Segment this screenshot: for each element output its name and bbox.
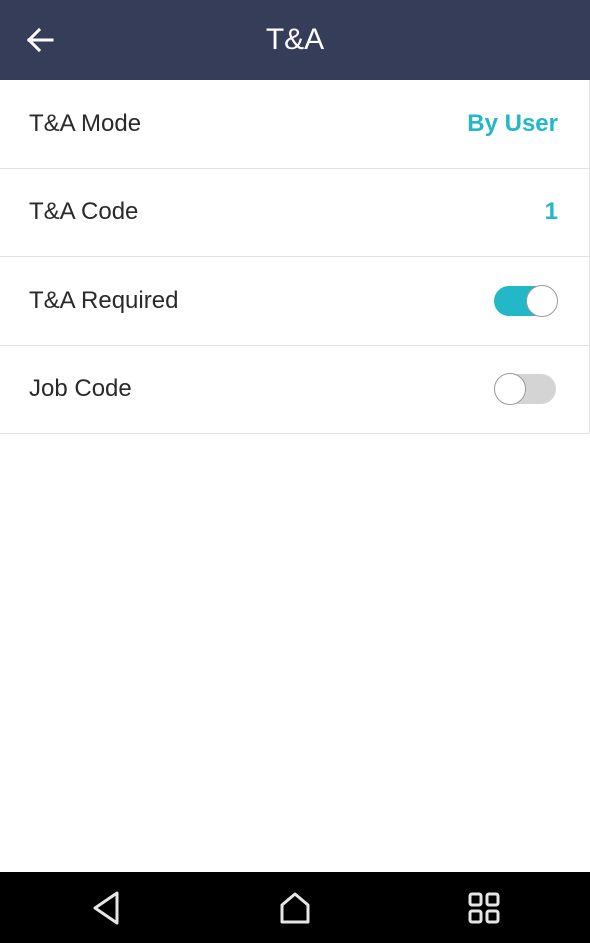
setting-label: T&A Required: [29, 286, 179, 314]
toggle-knob: [494, 373, 526, 406]
nav-back-button[interactable]: [86, 890, 126, 926]
setting-label: T&A Mode: [29, 109, 142, 137]
ta-code-value: 1: [544, 198, 558, 226]
recent-apps-icon: [468, 892, 500, 924]
nav-home-button[interactable]: [275, 890, 315, 926]
page-title: T&A: [265, 23, 325, 56]
setting-row-ta-code[interactable]: T&A Code 1: [0, 169, 589, 257]
setting-row-ta-mode[interactable]: T&A Mode By User: [0, 80, 589, 169]
setting-label: Job Code: [29, 375, 132, 403]
settings-list: T&A Mode By User T&A Code 1 T&A Required…: [0, 80, 590, 434]
ta-mode-value: By User: [467, 109, 558, 137]
toggle-knob: [526, 284, 558, 317]
setting-row-job-code: Job Code: [0, 346, 589, 434]
nav-recents-button[interactable]: [464, 890, 504, 926]
ta-required-toggle[interactable]: [494, 284, 558, 317]
system-nav-bar: [0, 872, 590, 943]
job-code-toggle[interactable]: [494, 373, 558, 406]
triangle-back-icon: [93, 891, 119, 925]
setting-label: T&A Code: [29, 198, 139, 226]
setting-row-ta-required: T&A Required: [0, 257, 589, 346]
home-icon: [280, 892, 310, 924]
app-bar: T&A: [0, 0, 590, 80]
